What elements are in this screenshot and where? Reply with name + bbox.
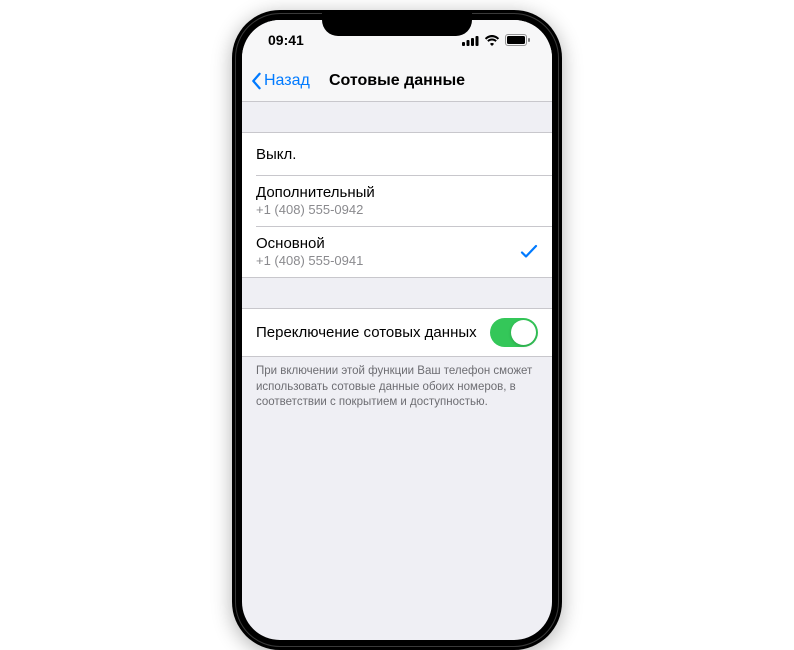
- nav-bar: Назад Сотовые данные: [242, 60, 552, 102]
- switching-row: Переключение сотовых данных: [242, 309, 552, 356]
- switching-toggle[interactable]: [490, 318, 538, 347]
- switching-footer: При включении этой функции Ваш телефон с…: [242, 357, 552, 411]
- content: Выкл. Дополнительный +1 (408) 555-0942 О…: [242, 102, 552, 411]
- phone-frame: 09:41 Назад Сотовые данные Выкл.: [232, 10, 562, 650]
- page-title: Сотовые данные: [329, 72, 465, 90]
- line-selection-group: Выкл. Дополнительный +1 (408) 555-0942 О…: [242, 132, 552, 278]
- back-button[interactable]: Назад: [250, 72, 310, 90]
- option-secondary-label: Дополнительный: [256, 184, 375, 201]
- option-primary[interactable]: Основной +1 (408) 555-0941: [242, 226, 552, 277]
- status-time: 09:41: [268, 32, 304, 48]
- option-off[interactable]: Выкл.: [242, 133, 552, 175]
- wifi-icon: [484, 35, 500, 46]
- notch: [322, 10, 472, 36]
- signal-icon: [462, 35, 479, 46]
- back-label: Назад: [264, 72, 310, 90]
- chevron-left-icon: [250, 72, 262, 90]
- option-primary-number: +1 (408) 555-0941: [256, 253, 363, 268]
- option-primary-label: Основной: [256, 235, 363, 252]
- switching-group: Переключение сотовых данных: [242, 308, 552, 357]
- option-secondary[interactable]: Дополнительный +1 (408) 555-0942: [242, 175, 552, 226]
- switching-label: Переключение сотовых данных: [256, 324, 477, 341]
- checkmark-icon: [520, 243, 538, 261]
- screen: 09:41 Назад Сотовые данные Выкл.: [242, 20, 552, 640]
- option-off-label: Выкл.: [256, 146, 296, 163]
- battery-icon: [505, 34, 530, 46]
- option-secondary-number: +1 (408) 555-0942: [256, 202, 375, 217]
- status-indicators: [462, 34, 530, 46]
